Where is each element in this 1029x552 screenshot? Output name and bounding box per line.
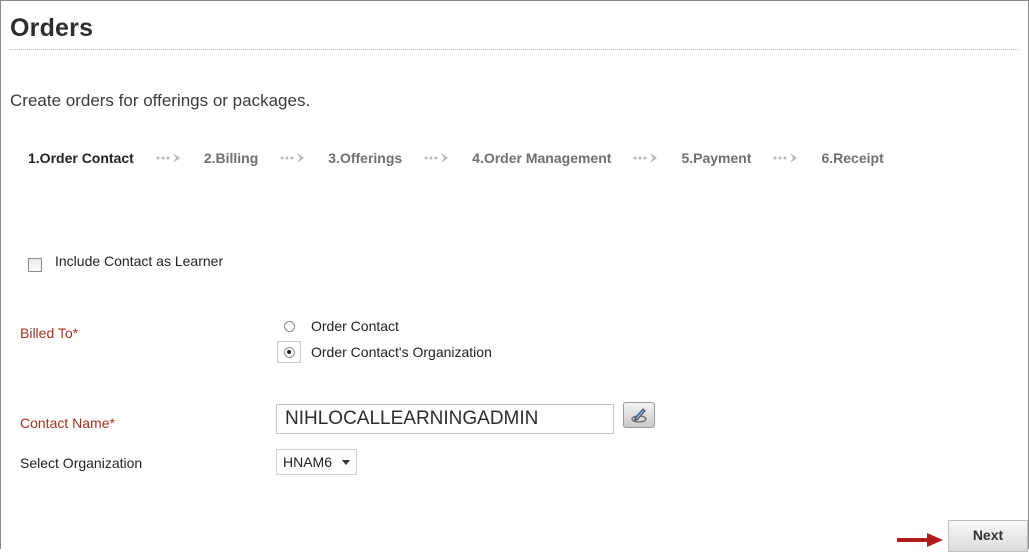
organization-radio[interactable] [283, 346, 295, 358]
step-order-management[interactable]: 4.Order Management [472, 150, 611, 166]
step-separator-icon [156, 152, 186, 164]
orders-panel [0, 0, 1029, 549]
organization-select[interactable]: HNAM6 [276, 449, 358, 475]
order-contact-radio-label: Order Contact [311, 318, 399, 334]
billed-to-label: Billed To* [20, 325, 79, 341]
billed-to-option-organization[interactable]: Order Contact's Organization [277, 339, 492, 365]
contact-name-input[interactable] [276, 404, 614, 434]
step-separator-icon [280, 152, 310, 164]
wizard-steps: 1.Order Contact 2.Billing 3.Offerings 4.… [28, 147, 884, 169]
page-subtitle: Create orders for offerings or packages. [10, 91, 311, 110]
contact-name-label: Contact Name* [20, 415, 115, 431]
order-contact-radio[interactable] [283, 320, 295, 332]
billed-to-option-order-contact[interactable]: Order Contact [277, 313, 492, 339]
step-separator-icon [424, 152, 454, 164]
step-offerings[interactable]: 3.Offerings [328, 150, 402, 166]
step-billing[interactable]: 2.Billing [204, 150, 258, 166]
edit-pencil-icon [631, 408, 647, 423]
red-arrow-right-icon [897, 533, 943, 547]
page-title: Orders [10, 14, 94, 42]
next-button[interactable]: Next [948, 520, 1028, 552]
include-contact-as-learner-checkbox[interactable] [28, 258, 42, 272]
step-payment[interactable]: 5.Payment [681, 150, 751, 166]
chevron-down-icon [342, 459, 351, 465]
step-separator-icon [633, 152, 663, 164]
step-order-contact[interactable]: 1.Order Contact [28, 150, 134, 166]
billed-to-radio-group: Order Contact Order Contact's Organizati… [277, 313, 492, 365]
organization-radio-label: Order Contact's Organization [311, 344, 492, 360]
contact-lookup-button[interactable] [623, 402, 655, 428]
title-divider [10, 49, 1020, 50]
include-contact-as-learner-label: Include Contact as Learner [55, 253, 224, 269]
select-organization-label: Select Organization [20, 455, 143, 471]
step-separator-icon [773, 152, 803, 164]
step-receipt[interactable]: 6.Receipt [821, 150, 883, 166]
organization-select-value: HNAM6 [283, 454, 333, 470]
